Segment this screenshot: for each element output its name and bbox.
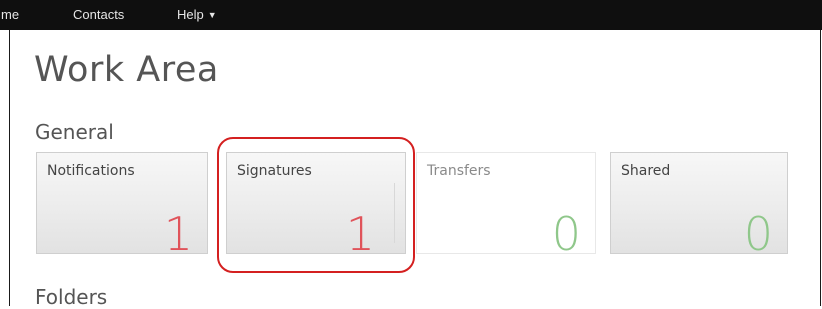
- tile-count: 0: [551, 207, 581, 261]
- tile-notifications[interactable]: Notifications 1: [36, 152, 208, 261]
- nav-item-contacts[interactable]: Contacts: [73, 7, 124, 22]
- tile-shared[interactable]: Shared 0: [610, 152, 788, 261]
- page-title: Work Area: [34, 50, 219, 90]
- tile-count: 1: [163, 207, 193, 261]
- top-navbar: me Contacts Help ▼: [0, 0, 822, 30]
- tile-label: Shared: [621, 163, 671, 179]
- tile-count: 0: [743, 207, 773, 261]
- tile-label: Notifications: [47, 163, 135, 179]
- highlight-annotation: [217, 137, 415, 273]
- section-heading-general: General: [35, 120, 114, 144]
- nav-item-help-label: Help: [177, 7, 204, 22]
- section-heading-folders: Folders: [35, 285, 108, 309]
- tile-transfers[interactable]: Transfers 0: [416, 152, 596, 261]
- nav-item-help[interactable]: Help ▼: [177, 7, 217, 22]
- tile-label: Transfers: [427, 163, 491, 179]
- caret-down-icon: ▼: [207, 10, 217, 20]
- nav-item-home[interactable]: me: [1, 7, 19, 22]
